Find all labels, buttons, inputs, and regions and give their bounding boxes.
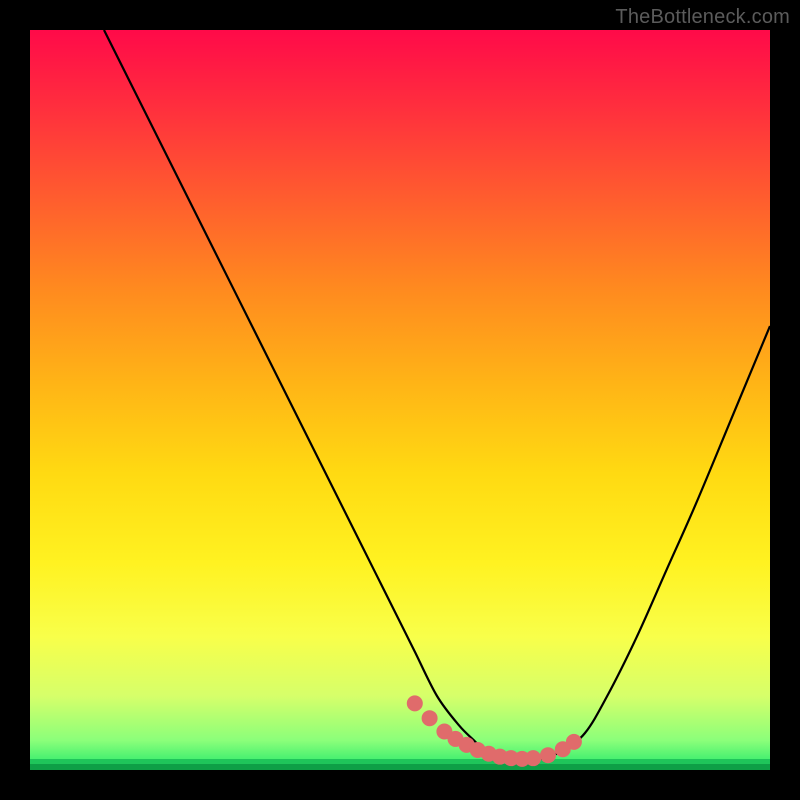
plot-area [30,30,770,770]
highlight-dot [525,750,541,766]
highlight-dot [407,695,423,711]
watermark-text: TheBottleneck.com [615,6,790,29]
chart-frame: TheBottleneck.com [0,0,800,800]
highlight-dot [422,710,438,726]
highlight-dot [566,734,582,750]
highlight-dot [540,747,556,763]
highlight-dots-layer [30,30,770,770]
highlight-dots [407,695,582,767]
